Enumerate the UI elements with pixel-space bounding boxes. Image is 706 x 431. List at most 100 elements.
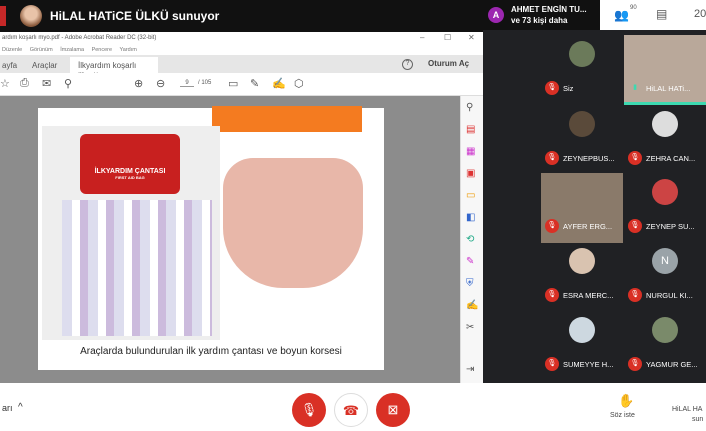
participant-name: ZEYNEP SU... [646,222,695,231]
clock: 20 [694,8,706,20]
pdf-page: İLKYARDIM ÇANTASI FIRST AID BAG Araçlard… [38,106,384,370]
mic-off-icon: 🎙 [628,151,642,165]
mic-off-icon: 🎙 [545,357,559,371]
leave-call-button[interactable]: ☎ [334,393,368,427]
create-pdf-icon[interactable]: ▣ [466,168,475,179]
menu-edit[interactable]: Düzenle [2,47,22,53]
fill-sign-icon[interactable]: ✎ [466,256,474,267]
menu-sign[interactable]: İmzalama [60,47,84,53]
mic-off-icon: 🎙 [628,219,642,233]
meeting-details-label[interactable]: arı [2,403,13,413]
participant-tile[interactable]: 🎙 ZEHRA CAN... [624,105,706,175]
bag-label: İLKYARDIM ÇANTASI [94,168,166,175]
chat-icon[interactable]: ▤ [656,7,667,21]
organize-icon[interactable]: ⟲ [466,234,474,245]
participant-tile[interactable]: 🎙 SUMEYYE H... [541,311,623,381]
print-icon[interactable]: ⎙ [20,77,29,90]
acrobat-window: ardım koşarlı myo.pdf - Adobe Acrobat Re… [0,32,483,383]
participant-name: HiLAL HATi... [646,84,691,93]
raise-hand-icon[interactable]: ✋ [618,393,634,409]
call-controls-bar: arı ^ 🎙 ☎ ⊠ ✋ Söz iste HiLAL HA sun [0,383,706,431]
menu-window[interactable]: Pencere [92,47,113,53]
participant-avatar [652,179,678,205]
mail-icon[interactable]: ✉ [42,77,51,90]
zoom-search-icon[interactable]: ⚲ [64,77,72,90]
participant-name: SUMEYYE H... [563,360,614,369]
protect-icon[interactable]: ⛨ [466,278,474,289]
participant-tile[interactable]: N 🎙 NURGUL KI... [624,242,706,312]
help-icon[interactable]: ? [402,59,413,70]
menu-help[interactable]: Yardım [120,47,137,53]
close-button[interactable]: ✕ [468,33,475,42]
participant-avatar [569,248,595,274]
tab-tools[interactable]: Araçlar [24,57,65,73]
minimize-button[interactable]: – [420,33,424,42]
participant-name: YAGMUR GE... [646,360,698,369]
participant-tile[interactable]: 🎙 ESRA MERC... [541,242,623,312]
camera-off-button[interactable]: ⊠ [376,393,410,427]
presenting-sub: sun [692,416,704,423]
combine-icon[interactable]: ◧ [466,212,475,223]
participant-tile[interactable]: 🎙 Siz [541,35,623,105]
participant-name: ESRA MERC... [563,291,614,300]
more-tools-icon[interactable]: ✂ [466,322,474,333]
mic-off-icon: 🎙 [628,357,642,371]
page-down-icon[interactable]: ⊖ [156,77,165,90]
sign-icon[interactable]: ✍ [272,77,286,90]
document-view: İLKYARDIM ÇANTASI FIRST AID BAG Araçlard… [0,96,460,383]
mic-off-button[interactable]: 🎙 [292,393,326,427]
export-pdf-icon[interactable]: ▤ [466,124,475,135]
pen-icon[interactable]: ✎ [250,77,259,90]
participant-name: ZEYNEPBUS... [563,154,615,163]
participant-name: AYFER ERG... [563,222,613,231]
slide-caption: Araçlarda bulundurulan ilk yardım çantas… [80,346,342,357]
share-icon[interactable]: ⬡ [294,77,304,90]
menu-bar: Düzenle Görünüm İmzalama Pencere Yardım [0,45,483,55]
presenting-label[interactable]: HiLAL HA [672,406,702,413]
edit-pdf-icon[interactable]: ▦ [466,146,475,157]
recording-indicator [0,6,6,26]
presenter-title: HiLAL HATiCE ÜLKÜ sunuyor [50,9,220,23]
tooltip-avatar: A [488,7,504,23]
participant-tile[interactable]: 🎙 ZEYNEP SU... [624,173,706,243]
tools-sidebar: ⚲ ▤ ▦ ▣ ▭ ◧ ⟲ ✎ ⛨ ✍ ✂ ⇥ [460,96,483,383]
first-aid-bag-image: İLKYARDIM ÇANTASI FIRST AID BAG [42,126,220,340]
comment-icon[interactable]: ▭ [228,77,238,90]
comment-tool-icon[interactable]: ▭ [466,190,475,201]
participant-avatar [652,317,678,343]
participant-tile[interactable]: 🎙 AYFER ERG... [541,173,623,243]
page-number-input[interactable]: 9 [180,80,194,87]
people-icon[interactable]: 👥 [614,8,629,22]
raise-hand-label[interactable]: Söz iste [610,412,635,419]
participant-name: Siz [563,84,574,93]
zoom-icon[interactable]: ⚲ [466,102,473,113]
tooltip-name: AHMET ENGİN TU... [511,5,587,14]
presenter-bar: HiLAL HATiCE ÜLKÜ sunuyor [0,0,483,32]
menu-view[interactable]: Görünüm [30,47,53,53]
collapse-icon[interactable]: ⇥ [466,364,474,375]
page-up-icon[interactable]: ⊕ [134,77,143,90]
chevron-up-icon[interactable]: ^ [18,402,23,413]
participant-name: ZEHRA CAN... [646,154,696,163]
signin-button[interactable]: Oturum Aç [428,59,469,68]
mic-off-icon: 🎙 [628,288,642,302]
participant-avatar [569,317,595,343]
participant-tile[interactable]: 🎙 YAGMUR GE... [624,311,706,381]
page-total: / 105 [198,80,212,86]
tab-document[interactable]: İlkyardım koşarlı m... × [70,57,158,79]
participant-avatar: N [652,248,678,274]
speaking-icon: ▮ [633,84,637,91]
mic-off-icon: 🎙 [545,81,559,95]
participant-avatar [569,41,595,67]
tab-home[interactable]: ayfa [0,57,25,73]
participant-tile[interactable]: 🎙 ZEYNEPBUS... [541,105,623,175]
participants-tooltip: A AHMET ENGİN TU... ve 73 kişi daha [483,0,600,30]
people-count: 90 [630,5,637,11]
toolbar: ☆ ⎙ ✉ ⚲ ⊕ ⊖ 9 / 105 ▭ ✎ ✍ ⬡ [0,73,483,96]
maximize-button[interactable]: ☐ [444,33,451,42]
sign-tool-icon[interactable]: ✍ [466,300,478,311]
participant-avatar [569,111,595,137]
participant-tile[interactable]: ▮ HiLAL HATi... [624,35,706,105]
presenter-avatar [20,5,42,27]
star-icon[interactable]: ☆ [0,77,10,90]
